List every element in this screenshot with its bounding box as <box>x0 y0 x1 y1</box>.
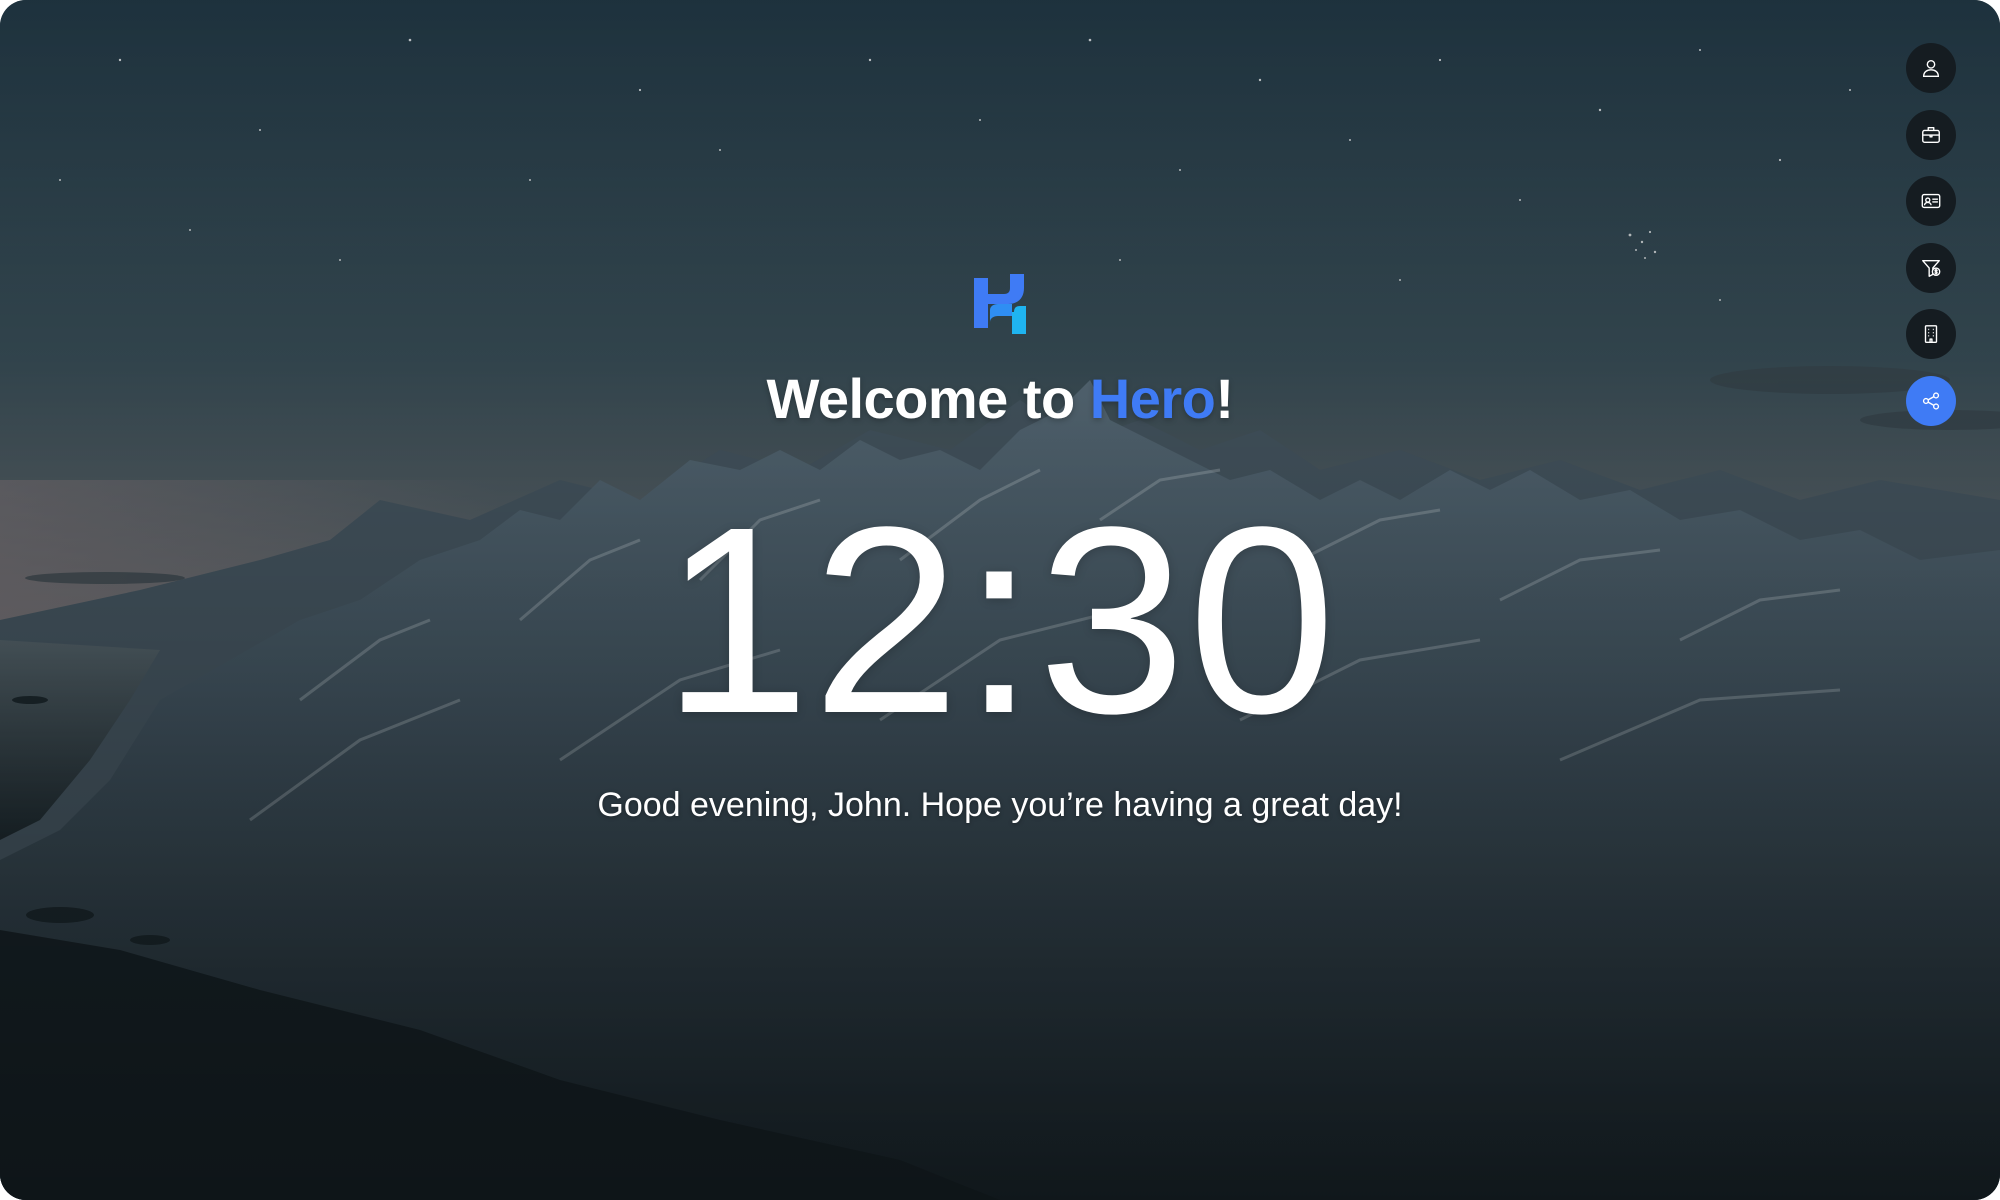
welcome-suffix: ! <box>1215 367 1234 430</box>
greeting-message: Good evening, John. Hope you’re having a… <box>597 786 1403 824</box>
user-icon <box>1922 59 1940 77</box>
clock-time: 12:30 <box>662 472 1338 769</box>
contacts-button[interactable] <box>1906 176 1956 227</box>
welcome-heading: Welcome to Hero! <box>0 366 2000 431</box>
building-icon <box>1924 325 1938 344</box>
welcome-brand-name: Hero <box>1089 367 1216 430</box>
sales-pipeline-button[interactable] <box>1906 242 1956 293</box>
company-button[interactable] <box>1906 309 1956 360</box>
briefcase-icon <box>1922 126 1940 143</box>
jobs-button[interactable] <box>1906 109 1956 160</box>
quick-actions-sidebar <box>1906 43 1956 443</box>
profile-button[interactable] <box>1906 43 1956 93</box>
welcome-panel: Welcome to Hero! 12:30 Good evening, Joh… <box>0 0 2000 1200</box>
id-card-icon <box>1921 194 1941 209</box>
desktop-background: Welcome to Hero! 12:30 Good evening, Joh… <box>0 0 2000 1200</box>
share-icon <box>1922 392 1940 410</box>
share-button[interactable] <box>1906 375 1956 426</box>
hero-logo-icon <box>974 274 1026 334</box>
funnel-dollar-icon <box>1922 259 1941 277</box>
welcome-prefix: Welcome to <box>766 367 1090 430</box>
